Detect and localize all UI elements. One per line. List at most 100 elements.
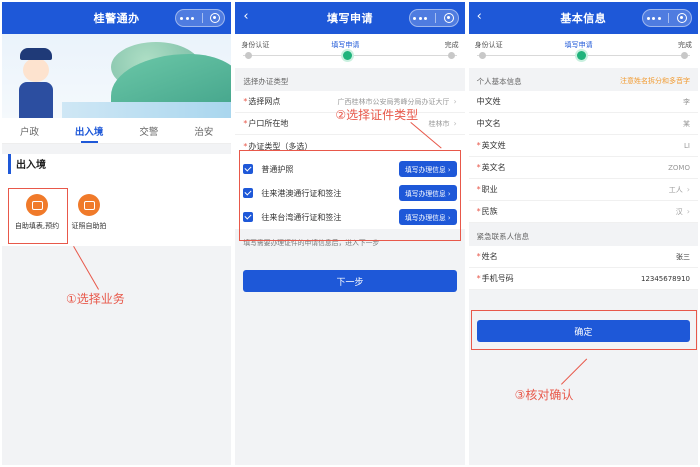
step-dot	[447, 52, 455, 59]
field-label: 民族	[481, 207, 498, 216]
screenshot-root: 桂警通办 户政 出入境 交警 治安 出入境 自助填表,预约 证照自助拍 ①选择业…	[0, 0, 700, 467]
step-dot-current	[576, 51, 586, 60]
tab-jiaojing[interactable]: 交警	[139, 118, 158, 144]
required-mark: *	[243, 97, 248, 106]
chevron-right-icon: ›	[686, 207, 690, 216]
chevron-right-icon: ›	[686, 185, 690, 194]
capsule-divider	[435, 13, 437, 23]
field-contact-name[interactable]: * 姓名 张三	[468, 246, 698, 268]
field-en-surname[interactable]: * 英文姓 LI	[468, 135, 698, 157]
field-value: 李	[682, 97, 690, 106]
page-title: 填写申请	[326, 12, 373, 25]
tab-huzheng[interactable]: 户政	[20, 118, 39, 144]
field-value: 某	[682, 119, 690, 128]
highlight-box	[239, 150, 462, 241]
chevron-right-icon: ›	[453, 97, 457, 106]
banner-water	[62, 102, 232, 118]
required-mark: *	[476, 252, 481, 261]
required-mark: *	[476, 163, 481, 172]
group-title: 个人基本信息	[476, 77, 522, 86]
required-mark: *	[476, 141, 481, 150]
nav-bar: ‹ 基本信息	[468, 2, 698, 34]
progress-steps: 身份认证 填写申请 完成	[235, 34, 465, 68]
more-icon[interactable]	[646, 16, 661, 20]
field-label: 中文名	[476, 119, 501, 128]
field-label: 选择网点	[248, 97, 281, 106]
step-label: 填写申请	[564, 41, 593, 49]
highlight-box	[470, 310, 697, 350]
field-label: 职业	[481, 185, 498, 194]
camera-icon	[78, 194, 100, 216]
tab-churujing[interactable]: 出入境	[75, 118, 103, 144]
required-mark: *	[476, 274, 481, 283]
section-title: 出入境	[8, 154, 231, 174]
field-value: LI	[684, 141, 690, 150]
field-value: 张三	[675, 252, 690, 261]
field-occupation[interactable]: * 职业 工人 ›	[468, 179, 698, 201]
field-value: 工人	[668, 185, 683, 194]
field-en-given-name[interactable]: * 英文名 ZOMO	[468, 157, 698, 179]
field-value: ZOMO	[668, 163, 690, 172]
nav-bar: ‹ 填写申请	[235, 2, 465, 34]
phone-home: 桂警通办 户政 出入境 交警 治安 出入境 自助填表,预约 证照自助拍 ①选择业…	[2, 2, 232, 465]
group-title: 选择办证类型	[243, 77, 289, 86]
required-mark: *	[476, 207, 481, 216]
field-cn-surname[interactable]: 中文姓 李	[468, 91, 698, 113]
chevron-right-icon: ›	[453, 119, 457, 128]
field-label: 英文姓	[481, 141, 506, 150]
field-contact-phone[interactable]: * 手机号码 12345678910	[468, 268, 698, 290]
field-ethnicity[interactable]: * 民族 汉 ›	[468, 201, 698, 223]
step-label: 完成	[677, 41, 692, 49]
police-mascot	[16, 48, 56, 118]
next-step-button[interactable]: 下一步	[243, 270, 457, 292]
page-title: 基本信息	[560, 12, 607, 25]
miniapp-capsule[interactable]	[641, 9, 692, 27]
page-title: 桂警通办	[93, 12, 140, 25]
field-label: 姓名	[481, 252, 498, 261]
phone-apply: ‹ 填写申请 身份认证 填写申请 完成 选择办证类型 * 选择网点 广西桂林市公…	[235, 2, 465, 465]
phone-basic-info: ‹ 基本信息 身份认证 填写申请 完成 个人基本信息 注意姓名拆分和多音字 中文…	[468, 2, 698, 465]
close-miniapp-icon[interactable]	[677, 13, 688, 23]
field-value: 12345678910	[640, 274, 690, 283]
field-value: 广西桂林市公安局秀峰分局办证大厅	[337, 97, 450, 106]
step-label: 身份认证	[474, 41, 503, 49]
field-value: 汉	[675, 207, 683, 216]
step-dot	[245, 52, 253, 59]
capsule-divider	[201, 13, 203, 23]
more-icon[interactable]	[413, 16, 428, 20]
field-cn-given-name[interactable]: 中文名 某	[468, 113, 698, 135]
step-label: 填写申请	[331, 41, 360, 49]
back-icon[interactable]: ‹	[243, 9, 248, 24]
field-label: 户口所在地	[248, 119, 289, 128]
home-banner	[2, 34, 232, 118]
progress-steps: 身份认证 填写申请 完成	[468, 34, 698, 68]
step-dot-current	[343, 51, 353, 60]
tab-zhian[interactable]: 治安	[194, 118, 213, 144]
step-annotation: ③核对确认	[514, 388, 574, 402]
highlight-box	[8, 188, 68, 244]
field-label: 手机号码	[481, 274, 514, 283]
step-label: 完成	[444, 41, 459, 49]
required-mark: *	[243, 119, 248, 128]
category-tabs: 户政 出入境 交警 治安	[2, 118, 232, 144]
field-value: 桂林市	[428, 119, 450, 128]
pointer-line	[72, 246, 99, 290]
field-label: 英文名	[481, 163, 506, 172]
back-icon[interactable]: ‹	[477, 9, 482, 24]
step-annotation: ②选择证件类型	[335, 108, 419, 122]
field-label: 中文姓	[476, 97, 501, 106]
group-title: 紧急联系人信息	[476, 232, 530, 241]
basic-group-header: 个人基本信息 注意姓名拆分和多音字	[469, 68, 698, 91]
step-dot	[680, 52, 688, 59]
step-dot	[478, 52, 486, 59]
close-miniapp-icon[interactable]	[210, 13, 221, 23]
miniapp-capsule[interactable]	[408, 9, 459, 27]
nav-bar: 桂警通办	[2, 2, 232, 34]
more-icon[interactable]	[180, 16, 195, 20]
step-annotation: ①选择业务	[66, 292, 125, 306]
close-miniapp-icon[interactable]	[443, 13, 454, 23]
required-mark: *	[476, 185, 481, 194]
churujing-section: 出入境 自助填表,预约 证照自助拍	[2, 154, 232, 246]
capsule-divider	[668, 13, 670, 23]
miniapp-capsule[interactable]	[175, 9, 226, 27]
